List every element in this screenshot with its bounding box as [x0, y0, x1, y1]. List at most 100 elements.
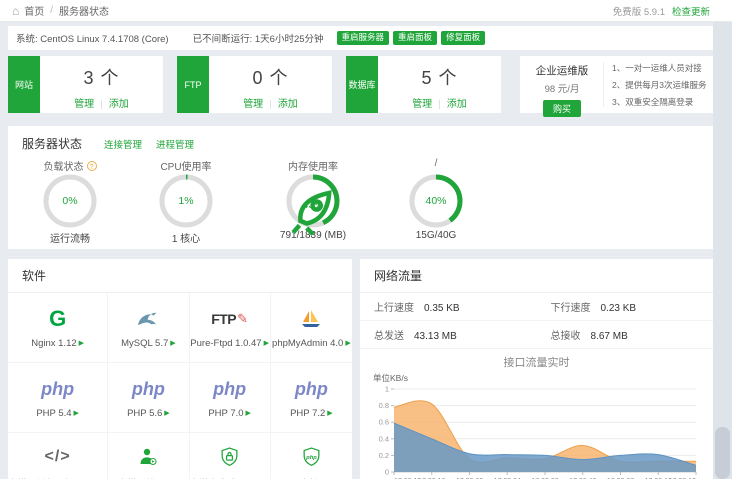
total-sent: 总发送43.13 MB [360, 327, 537, 342]
software-item-deploy-code[interactable]: </> 宝塔一键部署源码 1.1▶ [8, 433, 108, 479]
svg-text:0.8: 0.8 [379, 401, 389, 410]
processes-link[interactable]: 进程管理 [156, 137, 194, 151]
breadcrumb-separator: / [50, 5, 53, 16]
home-icon[interactable]: ⌂ [12, 5, 19, 17]
shield-lock-icon [220, 445, 239, 469]
software-item-pureftpd[interactable]: FTP✎ Pure-Ftpd 1.0.47▶ [190, 293, 271, 363]
software-title: 软件 [8, 259, 352, 293]
running-play-icon: ▶ [170, 340, 175, 347]
ftp-add-link[interactable]: 添加 [278, 99, 298, 110]
code-icon: </> [45, 445, 71, 469]
memory-donut[interactable]: 43% [286, 174, 340, 228]
software-item-php56[interactable]: php PHP 5.6▶ [108, 363, 189, 433]
software-item-mysql[interactable]: MySQL 5.7▶ [108, 293, 189, 363]
ftp-logo-icon: FTP✎ [211, 307, 248, 331]
restart-server-button[interactable]: 重启服务器 [337, 31, 390, 45]
php-logo-icon: php [213, 377, 246, 401]
svg-text:0.4: 0.4 [379, 434, 389, 443]
uptime-label: 已不间断运行: 1天6小时25分钟 [193, 31, 324, 45]
running-play-icon: ▶ [164, 410, 169, 417]
website-manage-link[interactable]: 管理 [74, 99, 94, 110]
system-info-bar: 系统: CentOS Linux 7.4.1708 (Core) 已不间断运行:… [8, 26, 713, 50]
website-count: 3 个 [40, 64, 163, 90]
connections-link[interactable]: 连接管理 [104, 137, 142, 151]
gauge-load: 负载状态? 0% 运行流畅 [18, 158, 122, 245]
server-status-panel: 服务器状态 连接管理 进程管理 负载状态? 0% 运行流畅 CPU使用率 1% … [8, 126, 713, 249]
nginx-logo-icon: G [49, 307, 66, 331]
software-item-php-guard[interactable]: php PHP守护 1.2▶ [271, 433, 352, 479]
buy-button[interactable]: 购买 [543, 100, 581, 117]
help-icon[interactable]: ? [87, 161, 97, 171]
version-label: 免费版 5.9.1 [613, 4, 665, 18]
stat-cards-row: 网站 3 个 管理|添加 FTP 0 个 管理|添加 数据库 5 个 管理|添加… [8, 56, 713, 113]
gauge-disk-root: / 40% 15G/40G [376, 158, 496, 245]
scrollbar-track[interactable] [713, 22, 732, 479]
traffic-chart: 00.20.40.60.8117:32:1117:32:1617:32:2017… [370, 384, 703, 479]
database-count: 5 个 [378, 64, 501, 90]
shield-php-icon: php [302, 445, 321, 469]
network-title: 网络流量 [360, 259, 713, 293]
software-item-php70[interactable]: php PHP 7.0▶ [190, 363, 271, 433]
website-card-tab: 网站 [8, 56, 40, 113]
topbar: ⌂ 首页 / 服务器状态 免费版 5.9.1 检查更新 [0, 0, 732, 22]
promo-title: 企业运维版 [526, 63, 598, 78]
cpu-donut: 1% [159, 174, 213, 228]
database-card: 数据库 5 个 管理|添加 [346, 56, 501, 113]
breadcrumb-home[interactable]: 首页 [24, 3, 44, 18]
promo-point: 1、一对一运维人员对接 [612, 62, 707, 74]
chart-unit-label: 单位KB/s [373, 372, 713, 384]
gauge-cpu: CPU使用率 1% 1 核心 [122, 158, 250, 245]
ftp-count: 0 个 [209, 64, 332, 90]
downstream-speed: 下行速度0.23 KB [537, 299, 714, 314]
repair-panel-button[interactable]: 修复面板 [441, 31, 485, 45]
ops-person-icon [138, 445, 158, 469]
running-play-icon: ▶ [264, 340, 269, 347]
ftp-card: FTP 0 个 管理|添加 [177, 56, 332, 113]
running-play-icon: ▶ [345, 340, 350, 347]
database-add-link[interactable]: 添加 [447, 99, 467, 110]
software-item-bt-ops[interactable]: 宝塔运维 1.0▶ [108, 433, 189, 479]
disk-donut: 40% [409, 174, 463, 228]
svg-text:php: php [305, 454, 317, 460]
website-add-link[interactable]: 添加 [109, 99, 129, 110]
breadcrumb-current: 服务器状态 [59, 3, 109, 18]
software-item-secure-login[interactable]: 宝塔安全登录 1.3▶ [190, 433, 271, 479]
scrollbar-thumb[interactable] [715, 427, 730, 479]
software-item-phpmyadmin[interactable]: phpMyAdmin 4.0▶ [271, 293, 352, 363]
svg-text:0: 0 [385, 468, 389, 477]
running-play-icon: ▶ [79, 340, 84, 347]
software-panel: 软件 G Nginx 1.12▶ MySQL 5.7▶ FTP✎ Pure-Ft… [8, 259, 352, 479]
promo-price: 98 元/月 [526, 81, 598, 95]
restart-panel-button[interactable]: 重启面板 [393, 31, 437, 45]
enterprise-promo-card: 企业运维版 98 元/月 购买 1、一对一运维人员对接 2、提供每月3次运维服务… [520, 56, 713, 113]
check-update-link[interactable]: 检查更新 [672, 4, 710, 18]
software-item-php72[interactable]: php PHP 7.2▶ [271, 363, 352, 433]
svg-text:1: 1 [385, 385, 389, 394]
chart-title: 接口流量实时 [360, 354, 713, 370]
svg-text:0.6: 0.6 [379, 418, 389, 427]
network-traffic-panel: 网络流量 上行速度0.35 KB 下行速度0.23 KB 总发送43.13 MB… [360, 259, 713, 479]
mysql-dolphin-icon [136, 307, 160, 331]
php-logo-icon: php [132, 377, 165, 401]
php-logo-icon: php [295, 377, 328, 401]
php-logo-icon: php [41, 377, 74, 401]
website-card: 网站 3 个 管理|添加 [8, 56, 163, 113]
software-item-php54[interactable]: php PHP 5.4▶ [8, 363, 108, 433]
running-play-icon: ▶ [246, 410, 251, 417]
database-manage-link[interactable]: 管理 [412, 99, 432, 110]
promo-point: 2、提供每月3次运维服务 [612, 79, 707, 91]
ftp-manage-link[interactable]: 管理 [243, 99, 263, 110]
promo-point: 3、双重安全隔离登录 [612, 96, 707, 108]
os-label: 系统: CentOS Linux 7.4.1708 (Core) [16, 31, 169, 45]
running-play-icon: ▶ [327, 410, 332, 417]
software-item-nginx[interactable]: G Nginx 1.12▶ [8, 293, 108, 363]
load-donut: 0% [43, 174, 97, 228]
gauge-memory: 内存使用率 43% 791/1839 (MB) [250, 158, 376, 245]
total-received: 总接收8.67 MB [537, 327, 714, 342]
ftp-card-tab: FTP [177, 56, 209, 113]
upstream-speed: 上行速度0.35 KB [360, 299, 537, 314]
database-card-tab: 数据库 [346, 56, 378, 113]
running-play-icon: ▶ [74, 410, 79, 417]
phpmyadmin-sailboat-icon [300, 307, 322, 331]
svg-text:0.2: 0.2 [379, 451, 389, 460]
